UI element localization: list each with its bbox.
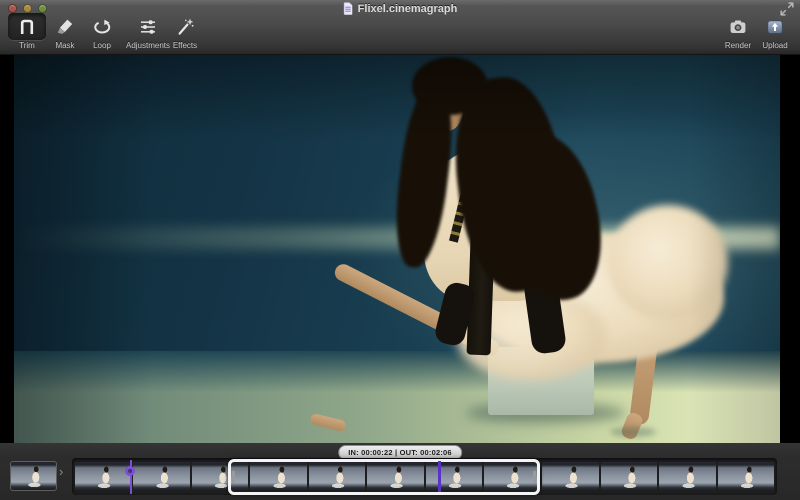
trim-selection[interactable] bbox=[228, 459, 540, 495]
filmstrip-frame[interactable] bbox=[133, 462, 189, 491]
chevron-right-icon[interactable]: › bbox=[59, 465, 63, 478]
filmstrip-frame[interactable] bbox=[659, 462, 715, 491]
trim-label: Trim bbox=[19, 41, 35, 50]
camera-icon bbox=[719, 13, 757, 40]
playhead[interactable] bbox=[130, 460, 132, 494]
effects-button[interactable]: Effects bbox=[164, 13, 206, 50]
toolbar: Flixel.cinemagraph Trim Mask bbox=[0, 0, 800, 55]
cinemagraph-image bbox=[14, 55, 780, 443]
app-window: Flixel.cinemagraph Trim Mask bbox=[0, 0, 800, 500]
effects-label: Effects bbox=[173, 41, 197, 50]
poster-frame-thumbnail[interactable] bbox=[10, 461, 57, 491]
loop-button[interactable]: Loop bbox=[81, 13, 123, 50]
frame-marker[interactable] bbox=[438, 461, 441, 492]
filmstrip-frame[interactable] bbox=[601, 462, 657, 491]
upload-arrow-icon bbox=[756, 13, 794, 40]
trim-handle-left[interactable] bbox=[232, 471, 235, 484]
upload-button[interactable]: Upload bbox=[754, 13, 796, 50]
filmstrip-frame[interactable] bbox=[542, 462, 598, 491]
preview-canvas bbox=[0, 55, 800, 443]
playhead-ring-icon[interactable] bbox=[125, 466, 135, 476]
trim-handle-right[interactable] bbox=[533, 471, 536, 484]
filmstrip-frame[interactable] bbox=[75, 462, 131, 491]
window-title: Flixel.cinemagraph bbox=[358, 3, 458, 15]
loop-label: Loop bbox=[93, 41, 111, 50]
trim-icon bbox=[8, 13, 46, 40]
sliders-icon bbox=[129, 13, 167, 40]
wand-icon bbox=[166, 13, 204, 40]
upload-label: Upload bbox=[762, 41, 787, 50]
timeline-bar: IN: 00:00:22 | OUT: 00:02:06 › bbox=[0, 443, 800, 500]
vignette-overlay bbox=[14, 55, 780, 443]
brush-icon bbox=[46, 13, 84, 40]
mask-button[interactable]: Mask bbox=[44, 13, 86, 50]
trim-button[interactable]: Trim bbox=[5, 13, 49, 50]
render-label: Render bbox=[725, 41, 751, 50]
filmstrip-frame[interactable] bbox=[718, 462, 774, 491]
loop-icon bbox=[83, 13, 121, 40]
mask-label: Mask bbox=[55, 41, 74, 50]
document-icon bbox=[343, 2, 353, 15]
